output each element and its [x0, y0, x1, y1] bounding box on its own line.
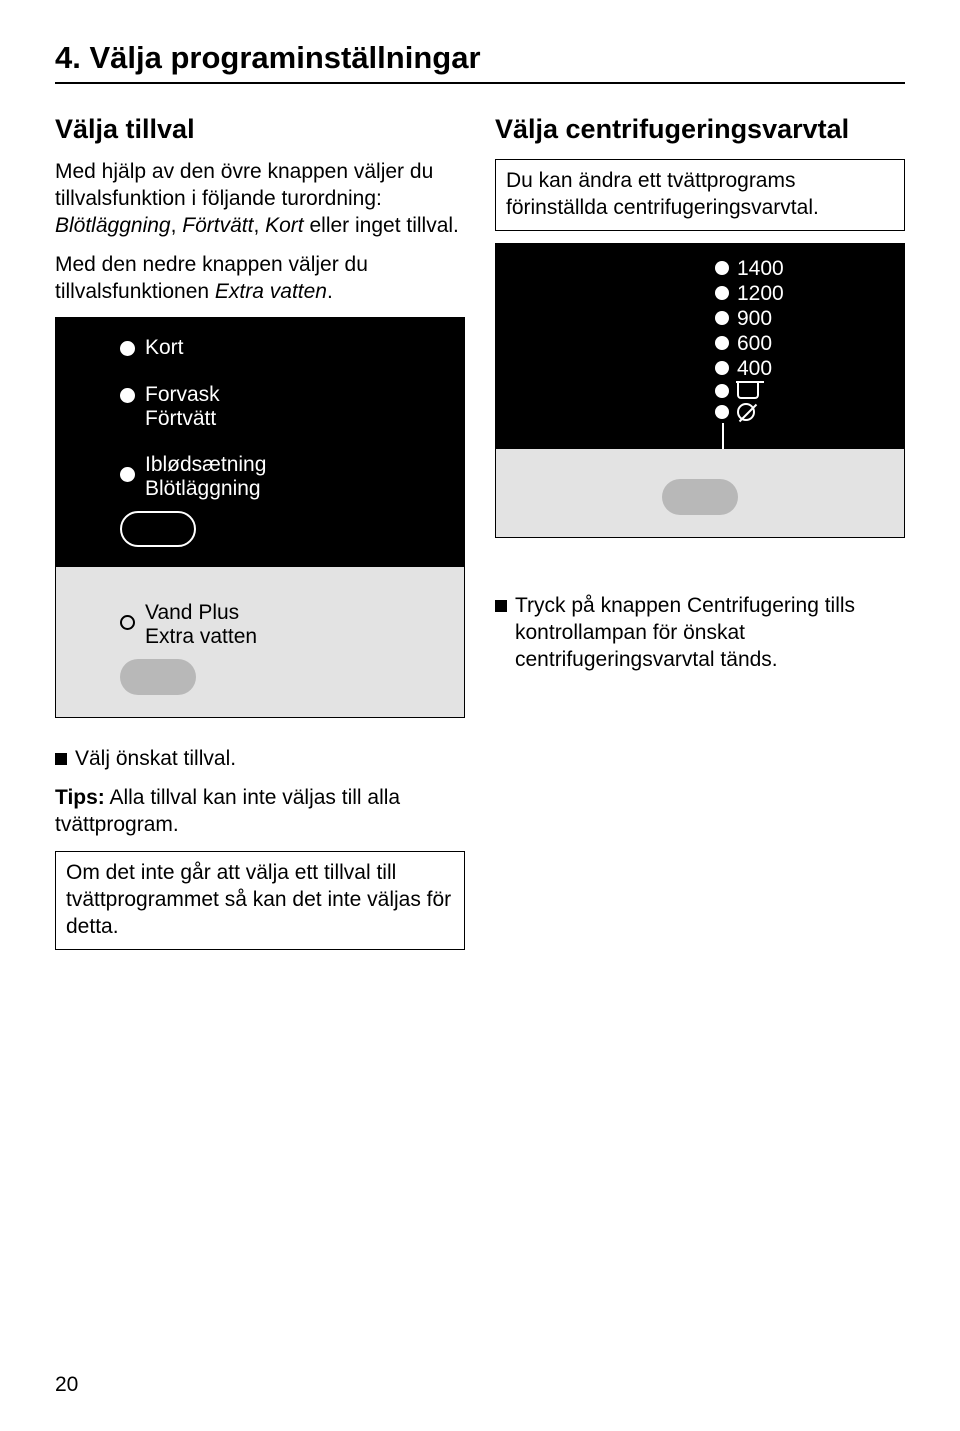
text-italic: Extra vatten — [215, 280, 327, 303]
spin-speed-item: 600 — [715, 333, 772, 354]
page-number: 20 — [55, 1373, 78, 1397]
button-lower-options[interactable] — [120, 659, 196, 695]
led-on-icon — [715, 311, 729, 325]
led-on-icon — [120, 388, 135, 403]
page-title: 4. Välja programinställningar — [55, 40, 905, 84]
note-box-right: Du kan ändra ett tvättprograms förinstäl… — [495, 159, 905, 231]
spin-value: 400 — [737, 358, 772, 379]
label-fortvatt: Förtvätt — [145, 407, 220, 431]
spin-value: 1400 — [737, 258, 784, 279]
rinse-hold-icon — [737, 383, 759, 399]
para-options-2: Med den nedre knappen väljer du tillvals… — [55, 252, 465, 306]
text-italic: Blötläggning — [55, 214, 171, 237]
square-bullet-icon — [55, 753, 67, 765]
tips-para: Tips: Alla tillval kan inte väljas till … — [55, 785, 465, 839]
label-extra: Extra vatten — [145, 625, 257, 649]
bullet-text: Välj önskat tillval. — [75, 746, 236, 773]
text: , — [171, 214, 183, 237]
spin-value: 1200 — [737, 283, 784, 304]
heading-options: Välja tillval — [55, 114, 465, 145]
spin-value: 600 — [737, 333, 772, 354]
no-spin-icon — [737, 403, 755, 421]
spin-value: 900 — [737, 308, 772, 329]
option-kort: Kort — [80, 336, 440, 360]
label-vand: Vand Plus — [145, 601, 257, 625]
column-left: Välja tillval Med hjälp av den övre knap… — [55, 114, 465, 975]
tips-text: Alla tillval kan inte väljas till alla t… — [55, 786, 400, 836]
led-on-icon — [715, 336, 729, 350]
bullet-select-option: Välj önskat tillval. — [55, 746, 465, 773]
heading-spin: Välja centrifugeringsvarvtal — [495, 114, 905, 145]
text: . — [327, 280, 333, 303]
text: eller inget tillval. — [304, 214, 459, 237]
bullet-press-spin: Tryck på knappen Centrifugering tills ko… — [495, 593, 905, 674]
label-iblod: Iblødsætning — [145, 453, 266, 477]
led-on-icon — [715, 405, 729, 419]
note-box-left: Om det inte går att välja ett tillval ti… — [55, 851, 465, 950]
spin-speed-item: 900 — [715, 308, 772, 329]
connector-line — [722, 423, 724, 449]
option-forvask: Forvask Förtvätt — [80, 383, 440, 431]
para-options-1: Med hjälp av den övre knappen väljer du … — [55, 159, 465, 240]
column-right: Välja centrifugeringsvarvtal Du kan ändr… — [495, 114, 905, 975]
display-panel-options: Kort Forvask Förtvätt Iblødsætning Blötl… — [55, 317, 465, 718]
led-on-icon — [120, 341, 135, 356]
led-on-icon — [715, 261, 729, 275]
label-kort: Kort — [145, 336, 184, 360]
led-on-icon — [120, 467, 135, 482]
option-iblod: Iblødsætning Blötläggning — [80, 453, 440, 501]
tips-label: Tips: — [55, 786, 105, 809]
spin-speed-item: 1200 — [715, 283, 784, 304]
led-on-icon — [715, 384, 729, 398]
label-forvask: Forvask — [145, 383, 220, 407]
spin-no-spin — [715, 403, 755, 421]
label-blot: Blötläggning — [145, 477, 266, 501]
button-upper-options[interactable] — [120, 511, 196, 547]
text-italic: Kort — [265, 214, 304, 237]
led-on-icon — [715, 361, 729, 375]
square-bullet-icon — [495, 600, 507, 612]
text: Med hjälp av den övre knappen väljer du … — [55, 160, 433, 210]
option-vand-plus: Vand Plus Extra vatten — [80, 601, 440, 649]
display-panel-spin: 1400 1200 900 600 400 — [495, 243, 905, 538]
text: , — [253, 214, 265, 237]
bullet-text: Tryck på knappen Centrifugering tills ko… — [515, 593, 905, 674]
led-off-icon — [120, 615, 135, 630]
led-on-icon — [715, 286, 729, 300]
spin-rinse-hold — [715, 383, 759, 399]
spin-speed-item: 1400 — [715, 258, 784, 279]
button-spin[interactable] — [662, 479, 738, 515]
spin-speed-item: 400 — [715, 358, 772, 379]
text-italic: Förtvätt — [182, 214, 253, 237]
